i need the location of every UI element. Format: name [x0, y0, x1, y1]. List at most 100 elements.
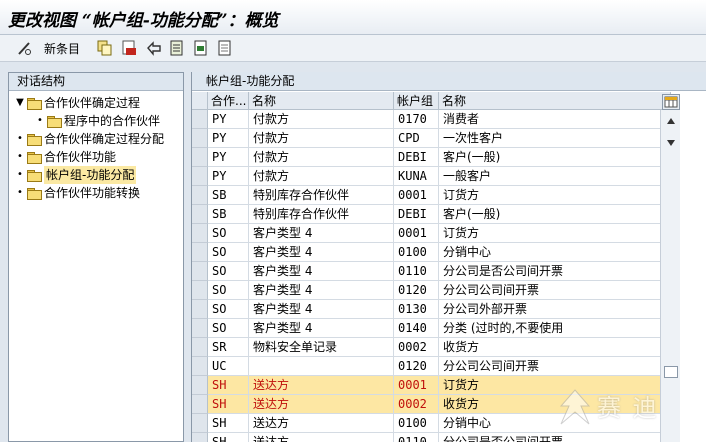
- deselect-icon: [218, 40, 231, 56]
- cell-name: 特别库存合作伙伴: [249, 186, 394, 205]
- select-all-rows-cell[interactable]: [192, 92, 208, 110]
- cell-account-group: 0120: [394, 281, 439, 300]
- delete-button[interactable]: [121, 39, 137, 57]
- deselect-all-button[interactable]: [217, 39, 233, 57]
- cell-account-group: DEBI: [394, 205, 439, 224]
- cell-partner-function: SH: [208, 395, 249, 414]
- tree-item-partners-in-procedure[interactable]: • 程序中的合作伙伴: [35, 112, 160, 130]
- cell-account-group: 0001: [394, 224, 439, 243]
- table-row[interactable]: PY 付款方 CPD 一次性客户: [192, 129, 671, 148]
- bullet-icon: •: [37, 115, 43, 126]
- folder-icon: [27, 134, 42, 146]
- pencil-glasses-icon: [18, 42, 31, 55]
- scrollbar-thumb[interactable]: [664, 366, 678, 378]
- tree-item-procedure-assignment[interactable]: • 合作伙伴确定过程分配: [15, 130, 164, 148]
- row-selector[interactable]: [192, 243, 208, 262]
- table-row[interactable]: SO 客户类型 4 0110 分公司是否公司间开票: [192, 262, 671, 281]
- table-row[interactable]: SH 送达方 0110 分公司是否公司间开票: [192, 433, 671, 442]
- table-row[interactable]: PY 付款方 DEBI 客户(一般): [192, 148, 671, 167]
- cell-group-name: 消费者: [439, 110, 671, 129]
- table-row[interactable]: PY 付款方 0170 消费者: [192, 110, 671, 129]
- tree-item-partner-function-conversion[interactable]: • 合作伙伴功能转换: [15, 184, 140, 202]
- select-all-button[interactable]: [169, 39, 185, 57]
- table-row[interactable]: SO 客户类型 4 0100 分销中心: [192, 243, 671, 262]
- scroll-arrows-icon[interactable]: [661, 112, 681, 152]
- row-selector[interactable]: [192, 205, 208, 224]
- row-selector[interactable]: [192, 186, 208, 205]
- open-folder-icon: [27, 170, 42, 182]
- select-block-button[interactable]: [193, 39, 209, 57]
- new-entries-button[interactable]: 新条目: [40, 39, 80, 57]
- cell-partner-function: SB: [208, 205, 249, 224]
- cell-partner-function: SO: [208, 281, 249, 300]
- row-selector[interactable]: [192, 376, 208, 395]
- copy-icon: [97, 40, 112, 56]
- row-selector[interactable]: [192, 319, 208, 338]
- cell-group-name: 订货方: [439, 224, 671, 243]
- cell-partner-function: SR: [208, 338, 249, 357]
- cell-group-name: 分公司公司间开票: [439, 281, 671, 300]
- cell-name: 客户类型 4: [249, 243, 394, 262]
- tree-item-account-group-assignment[interactable]: • 帐户组-功能分配: [15, 166, 137, 184]
- row-selector[interactable]: [192, 110, 208, 129]
- row-selector[interactable]: [192, 395, 208, 414]
- watermark-logo-icon: [559, 389, 591, 425]
- row-selector[interactable]: [192, 148, 208, 167]
- cell-name: 付款方: [249, 167, 394, 186]
- tree-item-partner-functions[interactable]: • 合作伙伴功能: [15, 148, 116, 166]
- row-selector[interactable]: [192, 357, 208, 376]
- table-row[interactable]: UC 0120 分公司公司间开票: [192, 357, 671, 376]
- row-selector[interactable]: [192, 129, 208, 148]
- cell-partner-function: PY: [208, 129, 249, 148]
- column-header-account-group[interactable]: 帐户组: [394, 92, 439, 110]
- display-change-button[interactable]: [16, 39, 34, 57]
- row-selector[interactable]: [192, 338, 208, 357]
- row-selector[interactable]: [192, 167, 208, 186]
- cell-account-group: DEBI: [394, 148, 439, 167]
- copy-button[interactable]: [97, 39, 113, 57]
- bullet-icon: •: [17, 133, 23, 144]
- new-entries-label: 新条目: [44, 41, 81, 56]
- cell-account-group: 0100: [394, 414, 439, 433]
- row-selector[interactable]: [192, 224, 208, 243]
- table-settings-icon: [664, 96, 678, 108]
- table-settings-button[interactable]: [662, 94, 680, 110]
- row-selector[interactable]: [192, 300, 208, 319]
- tree-item-partner-procedure[interactable]: ▼ 合作伙伴确定过程: [15, 94, 140, 112]
- table-row[interactable]: SO 客户类型 4 0140 分类 (过时的,不要使用: [192, 319, 671, 338]
- row-selector[interactable]: [192, 281, 208, 300]
- cell-account-group: CPD: [394, 129, 439, 148]
- table-row[interactable]: SO 客户类型 4 0001 订货方: [192, 224, 671, 243]
- column-header-name[interactable]: 名称: [249, 92, 394, 110]
- cell-account-group: 0002: [394, 338, 439, 357]
- column-header-group-name[interactable]: 名称: [439, 92, 671, 110]
- expand-arrow-icon[interactable]: ▼: [15, 94, 25, 112]
- cell-account-group: 0130: [394, 300, 439, 319]
- table-row[interactable]: SB 特别库存合作伙伴 DEBI 客户(一般): [192, 205, 671, 224]
- application-toolbar: 新条目: [0, 35, 706, 62]
- cell-account-group: 0120: [394, 357, 439, 376]
- dialog-structure-pane: 对话结构 ▼ 合作伙伴确定过程 • 程序中的合作伙伴 • 合作伙伴确定过程分配 …: [8, 72, 184, 442]
- cell-name: 送达方: [249, 414, 394, 433]
- row-selector[interactable]: [192, 414, 208, 433]
- row-selector[interactable]: [192, 262, 208, 281]
- row-selector[interactable]: [192, 433, 208, 442]
- table-row[interactable]: SB 特别库存合作伙伴 0001 订货方: [192, 186, 671, 205]
- cell-group-name: 客户(一般): [439, 205, 671, 224]
- table-row[interactable]: SO 客户类型 4 0130 分公司外部开票: [192, 300, 671, 319]
- folder-icon: [27, 152, 42, 164]
- cell-partner-function: SO: [208, 243, 249, 262]
- cell-partner-function: SH: [208, 433, 249, 442]
- folder-icon: [27, 188, 42, 200]
- cell-group-name: 分公司是否公司间开票: [439, 433, 671, 442]
- undo-button[interactable]: [145, 39, 163, 57]
- cell-group-name: 订货方: [439, 186, 671, 205]
- table-row[interactable]: SO 客户类型 4 0120 分公司公司间开票: [192, 281, 671, 300]
- column-header-partner-function[interactable]: 合作...: [208, 92, 249, 110]
- table-row[interactable]: SR 物料安全单记录 0002 收货方: [192, 338, 671, 357]
- cell-partner-function: SO: [208, 224, 249, 243]
- cell-group-name: 分公司外部开票: [439, 300, 671, 319]
- bullet-icon: •: [17, 187, 23, 198]
- table-row[interactable]: PY 付款方 KUNA 一般客户: [192, 167, 671, 186]
- cell-name: 物料安全单记录: [249, 338, 394, 357]
